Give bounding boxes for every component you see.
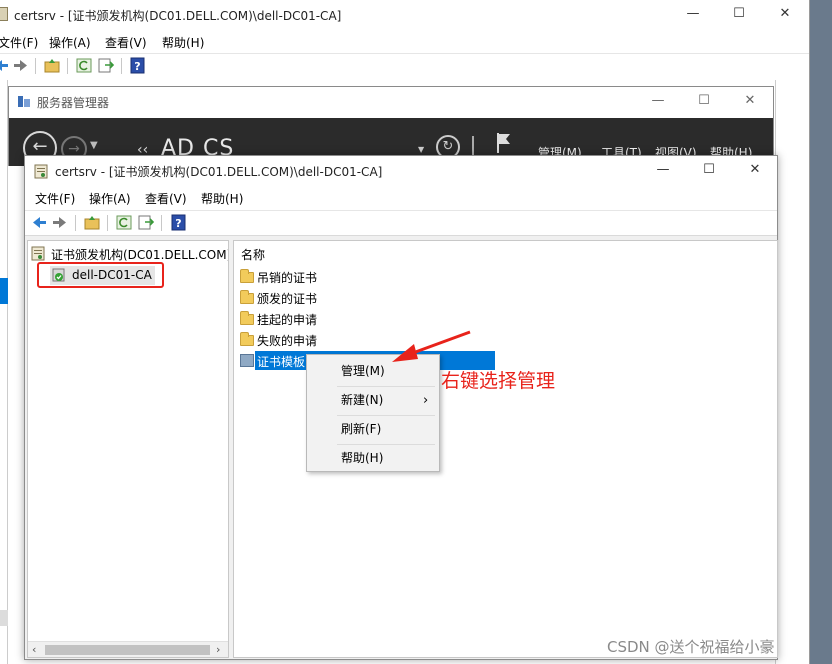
list-item-label: 失败的申请 <box>257 334 318 348</box>
up-folder-icon[interactable] <box>43 57 61 74</box>
refresh-icon[interactable] <box>75 57 93 74</box>
svg-text:?: ? <box>175 217 181 230</box>
scroll-left-icon[interactable]: ‹ <box>32 643 36 656</box>
context-menu-new-label: 新建(N) <box>341 393 384 407</box>
ca-highlight-box <box>37 262 164 288</box>
refresh-icon[interactable] <box>115 214 133 231</box>
close-button[interactable]: ✕ <box>762 0 808 30</box>
toolbar-separator <box>121 58 122 74</box>
list-item[interactable]: 颁发的证书 <box>239 288 539 307</box>
toolbar-separator <box>75 215 76 231</box>
menu-file[interactable]: 文件(F) <box>0 34 38 51</box>
close-button[interactable]: ✕ <box>732 156 778 186</box>
submenu-arrow-icon: › <box>423 393 429 408</box>
certificate-authority-icon <box>31 246 45 261</box>
maximize-button[interactable]: ☐ <box>681 87 727 117</box>
toolbar-separator <box>161 215 162 231</box>
watermark: CSDN @送个祝福给小豪 <box>607 638 775 656</box>
minimize-button[interactable]: — <box>670 0 716 30</box>
forward-arrow-icon[interactable] <box>51 214 69 231</box>
toolbar-separator <box>35 58 36 74</box>
back-tree-scrollbar[interactable] <box>0 610 8 626</box>
back-window-toolbar: ? <box>0 53 809 77</box>
up-folder-icon[interactable] <box>83 214 101 231</box>
server-manager-icon <box>17 95 31 108</box>
export-list-icon[interactable] <box>97 57 115 74</box>
certsrv-title: certsrv - [证书颁发机构(DC01.DELL.COM)\dell-DC… <box>55 165 383 179</box>
list-item-label: 挂起的申请 <box>257 313 318 327</box>
context-menu-help[interactable]: 帮助(H) <box>307 444 439 473</box>
back-window-icon <box>0 7 8 21</box>
notifications-flag-icon[interactable] <box>496 132 512 154</box>
list-item[interactable]: 吊销的证书 <box>239 267 539 286</box>
back-window-tree-pane <box>0 80 8 664</box>
minimize-button[interactable]: — <box>640 156 686 186</box>
help-icon[interactable]: ? <box>129 57 147 74</box>
server-manager-window: 服务器管理器 — ☐ ✕ ← → ▼ ‹‹ AD CS ▼ ↻ 管理(M) 工具… <box>8 86 774 166</box>
scroll-thumb[interactable] <box>45 645 210 655</box>
back-window-titlebar: certsrv - [证书颁发机构(DC01.DELL.COM)\dell-DC… <box>0 0 809 30</box>
folder-icon <box>240 332 254 346</box>
folder-icon <box>240 269 254 283</box>
menu-action[interactable]: 操作(A) <box>49 34 91 51</box>
svg-text:?: ? <box>134 60 140 73</box>
tree-horizontal-scrollbar[interactable]: ‹ › <box>28 641 228 657</box>
certificate-templates-icon <box>240 354 254 367</box>
list-item-label: 吊销的证书 <box>257 271 318 285</box>
certsrv-app-icon <box>34 164 48 179</box>
list-column-header[interactable]: 名称 <box>241 246 265 263</box>
close-button[interactable]: ✕ <box>727 87 773 117</box>
minimize-button[interactable]: — <box>635 87 681 117</box>
server-manager-title: 服务器管理器 <box>37 96 110 110</box>
scroll-right-icon[interactable]: › <box>216 643 220 656</box>
folder-icon <box>240 290 254 304</box>
menu-help[interactable]: 帮助(H) <box>201 190 243 207</box>
certsrv-menubar: 文件(F) 操作(A) 查看(V) 帮助(H) <box>25 187 777 207</box>
back-arrow-icon[interactable] <box>30 214 48 231</box>
menu-view[interactable]: 查看(V) <box>145 190 187 207</box>
toolbar-separator <box>107 215 108 231</box>
header-dropdown-icon[interactable]: ▼ <box>418 145 424 154</box>
folder-icon <box>240 311 254 325</box>
maximize-button[interactable]: ☐ <box>716 0 762 30</box>
menu-help[interactable]: 帮助(H) <box>162 34 204 51</box>
back-arrow-icon[interactable] <box>0 57 10 74</box>
tree-root-label: 证书颁发机构(DC01.DELL.COM) <box>51 248 229 262</box>
back-window-menubar: 文件(F) 操作(A) 查看(V) 帮助(H) <box>0 31 809 51</box>
server-manager-titlebar: 服务器管理器 — ☐ ✕ <box>9 87 773 117</box>
toolbar-separator <box>67 58 68 74</box>
menu-view[interactable]: 查看(V) <box>105 34 147 51</box>
forward-arrow-icon[interactable] <box>12 57 30 74</box>
maximize-button[interactable]: ☐ <box>686 156 732 186</box>
tree-pane: 证书颁发机构(DC01.DELL.COM) dell-DC01-CA ‹ › <box>27 240 229 658</box>
context-menu-new[interactable]: 新建(N) › <box>307 386 439 415</box>
list-item-label: 颁发的证书 <box>257 292 318 306</box>
nav-dropdown-icon[interactable]: ▼ <box>90 140 98 151</box>
context-menu-refresh[interactable]: 刷新(F) <box>307 415 439 444</box>
certsrv-toolbar: ? <box>25 210 777 234</box>
back-window-title: certsrv - [证书颁发机构(DC01.DELL.COM)\dell-DC… <box>14 9 342 23</box>
back-tree-selection <box>0 278 8 304</box>
certsrv-titlebar: certsrv - [证书颁发机构(DC01.DELL.COM)\dell-DC… <box>25 156 777 186</box>
menu-file[interactable]: 文件(F) <box>35 190 75 207</box>
annotation-text: 右键选择管理 <box>441 370 556 392</box>
help-icon[interactable]: ? <box>170 214 188 231</box>
export-list-icon[interactable] <box>137 214 155 231</box>
menu-action[interactable]: 操作(A) <box>89 190 131 207</box>
list-item-label: 证书模板 <box>257 355 306 369</box>
back-window-right-strip <box>775 80 809 664</box>
